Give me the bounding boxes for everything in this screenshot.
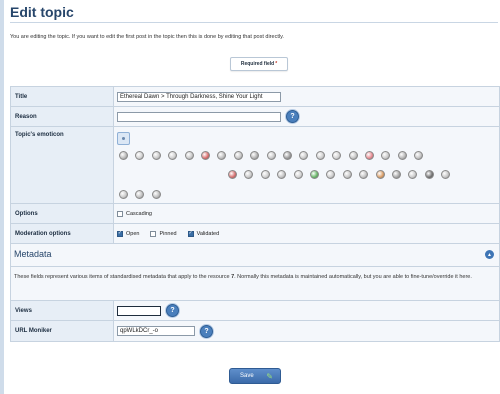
reason-help-icon[interactable]: ?	[286, 110, 299, 123]
open-option[interactable]: ✓ Open	[117, 230, 140, 237]
emoticon-option-icon[interactable]	[233, 151, 243, 160]
emoticon-row: Topic's emoticon	[11, 127, 499, 204]
emoticon-option-icon[interactable]	[342, 170, 352, 179]
pinned-option[interactable]: Pinned	[150, 230, 177, 237]
options-label: Options	[11, 204, 114, 223]
title-row: Title Ethereal Dawn > Through Darkness, …	[11, 87, 499, 107]
title-divider	[10, 22, 498, 23]
emoticon-option-icon[interactable]	[250, 151, 260, 160]
save-button[interactable]: Save ✎	[229, 368, 281, 384]
moderation-row: Moderation options ✓ Open Pinned ✓ Valid…	[11, 224, 499, 244]
emoticon-option-icon[interactable]	[315, 151, 325, 160]
emoticon-option-icon[interactable]	[277, 170, 287, 179]
emoticon-option-icon[interactable]	[397, 151, 407, 160]
emoticon-option-icon[interactable]	[299, 151, 309, 160]
emoticon-option-icon[interactable]	[414, 151, 424, 160]
emoticon-option-icon[interactable]	[266, 151, 276, 160]
emoticon-option-icon[interactable]	[293, 170, 303, 179]
emoticon-option-icon[interactable]	[381, 151, 391, 160]
emoticon-option-icon[interactable]	[310, 170, 319, 179]
emoticon-option-icon[interactable]	[359, 170, 369, 179]
emoticon-label: Topic's emoticon	[11, 127, 114, 203]
emoticon-option-icon[interactable]	[119, 190, 128, 199]
emoticon-option-icon[interactable]	[184, 151, 194, 160]
emoticon-option-icon[interactable]	[424, 170, 434, 179]
required-asterisk: *	[275, 61, 278, 67]
intro-text: You are editing the topic. If you want t…	[10, 34, 284, 40]
emoticon-option-icon[interactable]	[283, 151, 292, 160]
emoticon-none-option[interactable]	[117, 132, 130, 145]
title-input[interactable]: Ethereal Dawn > Through Darkness, Shine …	[117, 91, 281, 102]
views-help-icon[interactable]: ?	[166, 304, 179, 317]
required-field-legend: Required field *	[230, 57, 288, 71]
open-checkbox[interactable]: ✓	[117, 230, 123, 237]
validated-checkbox[interactable]: ✓	[187, 230, 194, 237]
title-label: Title	[11, 87, 114, 106]
emoticon-option-icon[interactable]	[217, 151, 227, 160]
emoticon-option-icon[interactable]	[135, 151, 145, 160]
emoticon-option-icon[interactable]	[244, 170, 254, 179]
left-rail	[0, 0, 4, 394]
cascading-label: Cascading	[126, 210, 152, 217]
emoticon-option-icon[interactable]	[348, 151, 358, 160]
emoticon-option-icon[interactable]	[408, 170, 418, 179]
cascading-option[interactable]: Cascading	[117, 210, 152, 217]
views-label: Views	[11, 301, 114, 320]
emoticon-option-icon[interactable]	[151, 190, 161, 199]
emoticon-option-icon[interactable]	[392, 170, 401, 179]
none-dot-icon	[122, 137, 125, 140]
options-row: Options Cascading	[11, 204, 499, 224]
metadata-heading: Metadata	[14, 249, 52, 259]
collapse-up-icon[interactable]: ▲	[485, 250, 494, 259]
emoticon-option-icon[interactable]	[168, 151, 178, 160]
emoticon-option-icon[interactable]	[375, 170, 385, 179]
validated-option[interactable]: ✓ Validated	[187, 230, 220, 237]
url-moniker-label: URL Moniker	[11, 321, 114, 341]
page-title: Edit topic	[10, 4, 74, 20]
pencil-icon: ✎	[266, 372, 273, 381]
emoticon-option-icon[interactable]	[228, 170, 237, 179]
url-moniker-row: URL Moniker qpWLkDCr_-o ?	[11, 321, 499, 341]
emoticon-option-icon[interactable]	[326, 170, 336, 179]
views-input[interactable]	[117, 305, 161, 316]
open-label: Open	[126, 230, 140, 237]
url-moniker-input[interactable]: qpWLkDCr_-o	[117, 326, 195, 336]
save-label: Save	[240, 373, 254, 379]
emoticon-option-icon[interactable]	[260, 170, 270, 179]
moderation-label: Moderation options	[11, 224, 114, 243]
metadata-header: Metadata ▲	[11, 244, 499, 267]
pinned-checkbox[interactable]	[150, 230, 157, 237]
required-field-label: Required field	[240, 61, 275, 67]
cascading-checkbox[interactable]	[117, 210, 123, 217]
emoticon-option-icon[interactable]	[201, 151, 210, 160]
emoticon-option-icon[interactable]	[441, 170, 451, 179]
emoticon-option-icon[interactable]	[332, 151, 342, 160]
views-row: Views ?	[11, 301, 499, 321]
pinned-label: Pinned	[159, 230, 177, 237]
reason-input[interactable]	[117, 111, 281, 122]
url-moniker-help-icon[interactable]: ?	[200, 324, 213, 338]
emoticon-option-icon[interactable]	[151, 151, 161, 160]
emoticon-option-icon[interactable]	[119, 151, 128, 160]
reason-label: Reason	[11, 107, 114, 126]
edit-topic-form: Title Ethereal Dawn > Through Darkness, …	[10, 86, 500, 342]
validated-label: Validated	[196, 230, 220, 237]
emoticon-option-icon[interactable]	[365, 151, 374, 160]
emoticon-option-icon[interactable]	[135, 190, 145, 199]
metadata-description: These fields represent various items of …	[11, 267, 499, 301]
reason-row: Reason ?	[11, 107, 499, 127]
